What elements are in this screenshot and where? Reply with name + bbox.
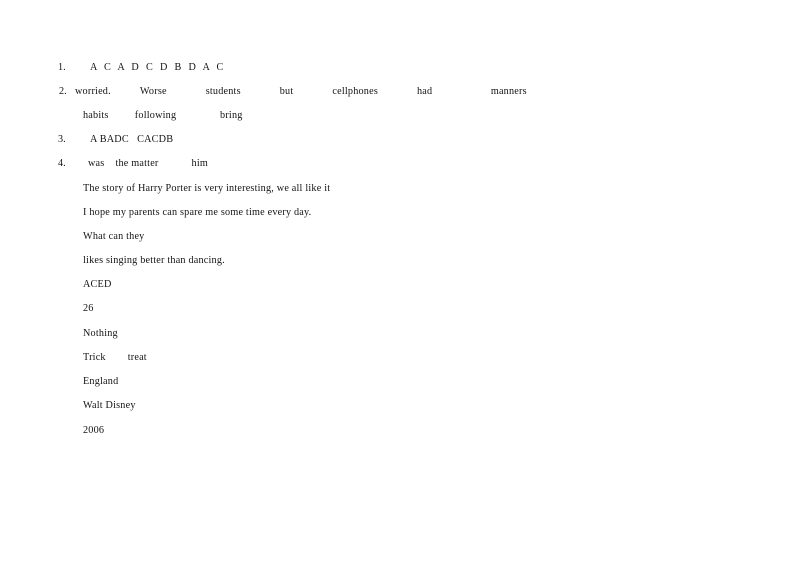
answer-line-3: A BADC CACDB <box>90 134 174 145</box>
answer-line-4j: England <box>83 376 119 387</box>
answer-line-4b: The story of Harry Porter is very intere… <box>83 183 331 194</box>
answer-line-4k: Walt Disney <box>83 400 136 411</box>
answer-line-1: A C A D C D B D A C <box>90 62 225 73</box>
answer-line-4g: 26 <box>83 303 94 314</box>
document-page: 1. 2. 3. 4. A C A D C D B D A C worried. Wors… <box>0 0 800 565</box>
answer-line-4a: was the matter him <box>88 158 208 169</box>
answer-line-4d: What can they <box>83 231 145 242</box>
answer-line-4c: I hope my parents can spare me some time… <box>83 207 312 218</box>
answer-line-2a: worried. Worse students but cellphones h… <box>75 86 527 97</box>
list-marker-4: 4. <box>58 158 66 169</box>
answer-line-4e: likes singing better than dancing. <box>83 255 225 266</box>
list-marker-3: 3. <box>58 134 66 145</box>
answer-line-2b: habits following bring <box>83 110 243 121</box>
document-body: 1. 2. 3. 4. A C A D C D B D A C worried. Wors… <box>0 0 800 565</box>
answer-line-4i: Trick treat <box>83 352 147 363</box>
list-marker-2: 2. <box>59 86 67 97</box>
answer-line-4h: Nothing <box>83 328 118 339</box>
answer-line-4l: 2006 <box>83 425 105 436</box>
list-marker-1: 1. <box>58 62 66 73</box>
answer-line-4f: ACED <box>83 279 112 290</box>
